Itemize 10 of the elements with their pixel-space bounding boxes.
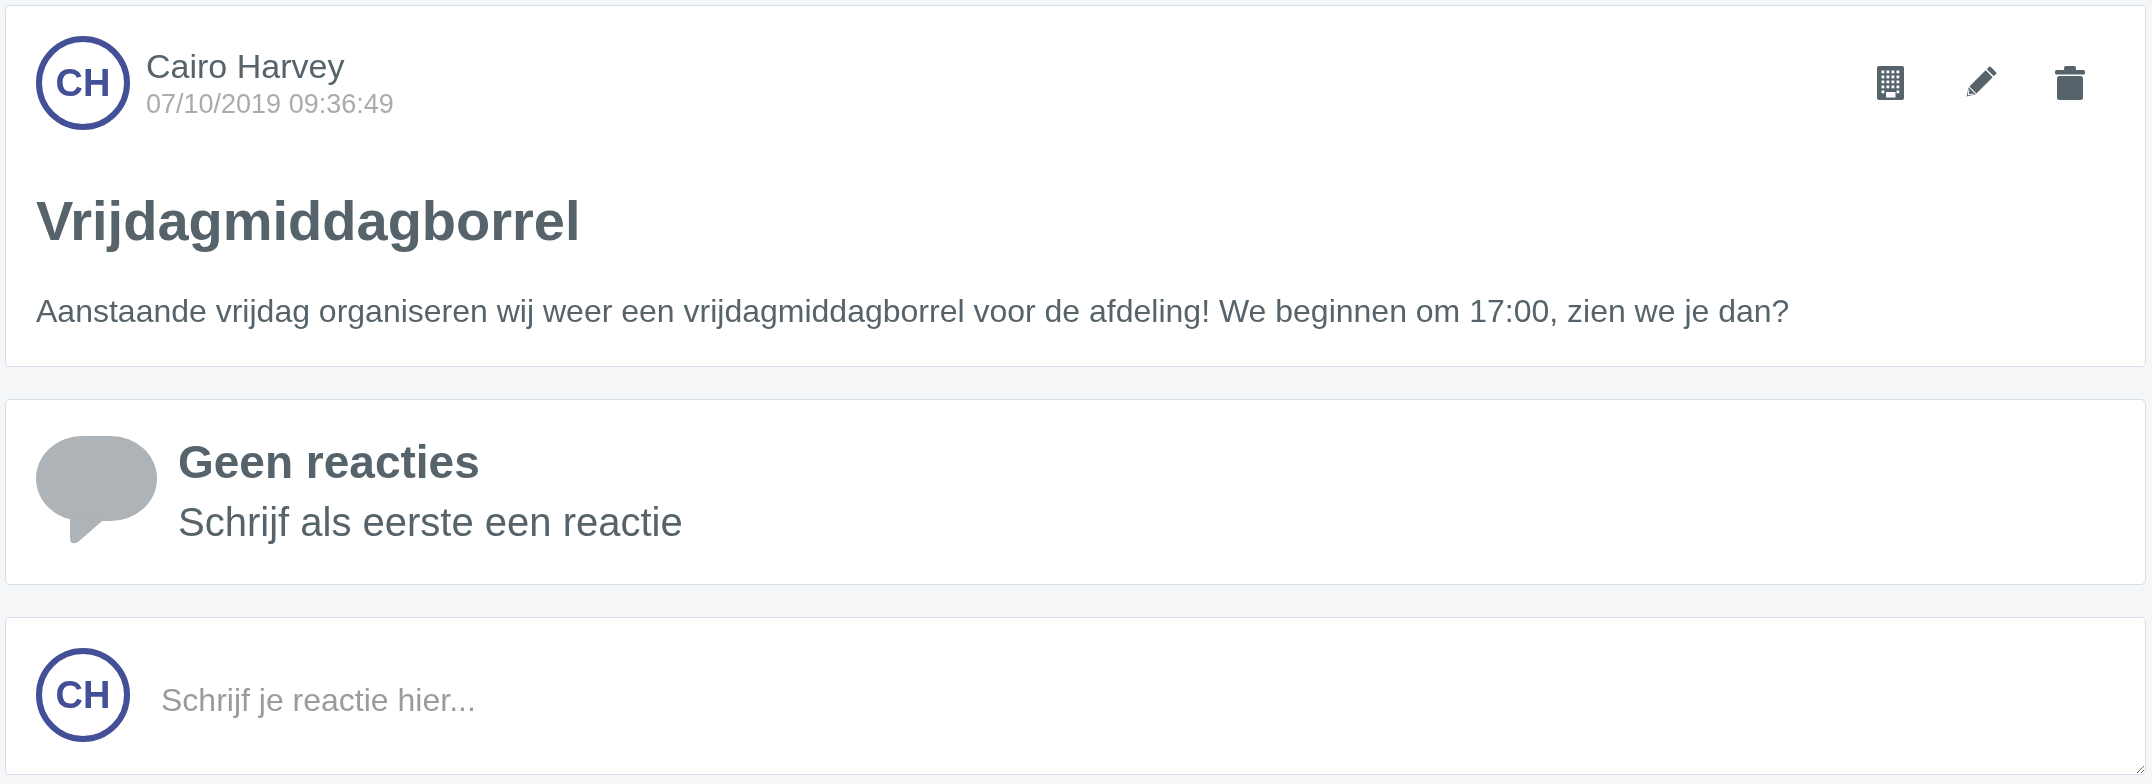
post-timestamp: 07/10/2019 09:36:49 [146,88,394,120]
avatar: CH [36,36,130,130]
empty-hint: Schrijf als eerste een reactie [178,499,683,546]
trash-icon [2055,66,2085,100]
building-icon [1876,66,1904,100]
empty-title: Geen reacties [178,435,481,490]
speech-bubble-icon [36,436,157,546]
post-body: Aanstaande vrijdag organiseren wij weer een vrijdagmiddagborrel voor de afdeling! We beginnen om 17:00, zien we je dan? [36,292,1791,331]
author-name: Cairo Harvey [146,46,346,86]
post-title: Vrijdagmiddagborrel [36,188,582,254]
